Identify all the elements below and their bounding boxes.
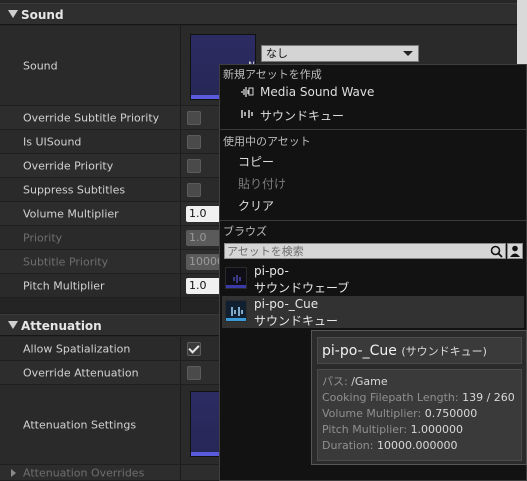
- combo-value: なし: [266, 47, 288, 60]
- column-divider: [180, 337, 181, 360]
- collapse-arrow-icon[interactable]: [8, 10, 18, 18]
- tooltip-line-pitch: Pitch Multiplier: 1.000000: [322, 422, 517, 438]
- tooltip-line-cooking-length: Cooking Filepath Length: 139 / 260: [322, 390, 517, 406]
- tooltip-line-volume: Volume Multiplier: 0.750000: [322, 406, 517, 422]
- allow-spatialization-checkbox[interactable]: [187, 341, 201, 356]
- asset-name: pi-po-_Cue: [254, 297, 319, 311]
- expand-arrow-icon[interactable]: [11, 469, 16, 477]
- tooltip-key: Cooking Filepath Length:: [322, 391, 463, 404]
- menu-section-current: 使用中のアセット: [223, 135, 311, 148]
- override-attenuation-checkbox[interactable]: [187, 365, 201, 380]
- menu-separator: [220, 220, 526, 221]
- scrollbar[interactable]: [517, 0, 527, 70]
- row-label: Override Subtitle Priority: [23, 111, 160, 124]
- asset-type: サウンドウェーブ: [254, 281, 350, 295]
- menu-item-clear[interactable]: クリア: [220, 194, 526, 214]
- asset-search-input[interactable]: [227, 244, 487, 258]
- menu-item-label: サウンドキュー: [260, 109, 345, 123]
- asset-item-pi-po-cue[interactable]: pi-po-_Cue サウンドキュー: [222, 296, 524, 328]
- row-label: Override Priority: [23, 159, 114, 172]
- row-label: Is UISound: [23, 135, 82, 148]
- sound-cue-icon: [240, 108, 254, 120]
- tooltip-value: 10000.000000: [376, 439, 458, 452]
- tooltip-line-duration: Duration: 10000.000000: [322, 438, 517, 454]
- collapse-arrow-icon[interactable]: [8, 321, 18, 329]
- sound-wave-thumbnail-icon: [225, 267, 247, 289]
- tooltip-key: パス:: [322, 375, 352, 388]
- is-uisound-checkbox[interactable]: [187, 134, 201, 149]
- tooltip-key: Duration:: [322, 439, 377, 452]
- column-divider: [180, 106, 181, 129]
- thumbnail-accent-bar: [226, 318, 246, 321]
- menu-section-create: 新規アセットを作成: [223, 68, 322, 81]
- menu-item-label: コピー: [238, 155, 275, 169]
- tooltip-title: pi-po-_Cue (サウンドキュー): [317, 337, 522, 364]
- asset-name: pi-po-: [254, 264, 289, 278]
- thumbnail-accent-bar: [226, 285, 246, 288]
- tooltip-value: 139 / 260: [462, 391, 515, 404]
- search-icon: [490, 245, 503, 258]
- column-divider: [180, 202, 181, 225]
- column-divider: [180, 274, 181, 297]
- menu-item-label: 貼り付け: [238, 177, 287, 191]
- category-title: Sound: [21, 8, 64, 22]
- column-divider: [180, 178, 181, 201]
- suppress-subtitles-checkbox[interactable]: [187, 182, 201, 197]
- filter-user-button[interactable]: [507, 243, 523, 259]
- column-divider: [180, 298, 181, 313]
- tooltip-body: パス: /Game Cooking Filepath Length: 139 /…: [317, 369, 522, 461]
- asset-search-box[interactable]: [224, 243, 506, 259]
- menu-separator: [220, 129, 526, 130]
- override-subtitle-priority-checkbox[interactable]: [187, 110, 201, 125]
- tooltip-name-text: pi-po-_Cue: [322, 343, 397, 359]
- menu-item-sound-cue[interactable]: サウンドキュー: [220, 104, 526, 124]
- menu-item-label: クリア: [238, 199, 275, 213]
- category-title: Attenuation: [21, 319, 102, 333]
- tooltip-value: 0.750000: [424, 407, 478, 420]
- asset-type: サウンドキュー: [254, 314, 339, 328]
- column-divider: [180, 130, 181, 153]
- menu-item-label: Media Sound Wave: [260, 85, 375, 99]
- row-label: Suppress Subtitles: [23, 183, 126, 196]
- row-label: Subtitle Priority: [23, 255, 109, 268]
- tooltip-asset-type: (サウンドキュー): [401, 345, 487, 358]
- row-label: Attenuation Settings: [23, 418, 137, 431]
- tooltip-value: /Game: [351, 375, 388, 388]
- column-divider: [180, 385, 181, 464]
- row-label: Pitch Multiplier: [23, 279, 105, 292]
- override-priority-checkbox[interactable]: [187, 158, 201, 173]
- row-label: Sound: [23, 59, 58, 72]
- asset-tooltip: pi-po-_Cue (サウンドキュー) パス: /Game Cooking F…: [311, 330, 527, 465]
- asset-item-pi-po[interactable]: pi-po- サウンドウェーブ: [222, 263, 524, 295]
- column-divider: [180, 465, 181, 480]
- row-label: Override Attenuation: [23, 366, 139, 379]
- tooltip-asset-name: pi-po-_Cue (サウンドキュー): [322, 343, 487, 359]
- row-label: Allow Spatialization: [23, 342, 131, 355]
- sound-cue-thumbnail-icon: [225, 300, 247, 322]
- row-label: Attenuation Overrides: [23, 466, 145, 479]
- sound-wave-icon: [240, 86, 254, 98]
- asset-picker-combo[interactable]: なし: [261, 45, 419, 62]
- tooltip-line-path: パス: /Game: [322, 374, 517, 390]
- menu-section-browse: ブラウズ: [223, 225, 267, 238]
- chevron-down-icon: [403, 51, 413, 56]
- column-divider: [180, 226, 181, 249]
- menu-item-copy[interactable]: コピー: [220, 150, 526, 170]
- row-label: Priority: [23, 231, 63, 244]
- sound-category-header[interactable]: Sound: [0, 3, 527, 25]
- column-divider: [180, 361, 181, 384]
- row-label: Volume Multiplier: [23, 207, 119, 220]
- tooltip-value: 1.000000: [410, 423, 464, 436]
- column-divider: [180, 154, 181, 177]
- menu-item-media-sound-wave[interactable]: Media Sound Wave: [220, 82, 526, 102]
- menu-item-paste: 貼り付け: [220, 172, 526, 192]
- column-divider: [180, 26, 181, 105]
- column-divider: [180, 250, 181, 273]
- tooltip-key: Pitch Multiplier:: [322, 423, 411, 436]
- tooltip-key: Volume Multiplier:: [322, 407, 425, 420]
- user-icon: [508, 244, 522, 261]
